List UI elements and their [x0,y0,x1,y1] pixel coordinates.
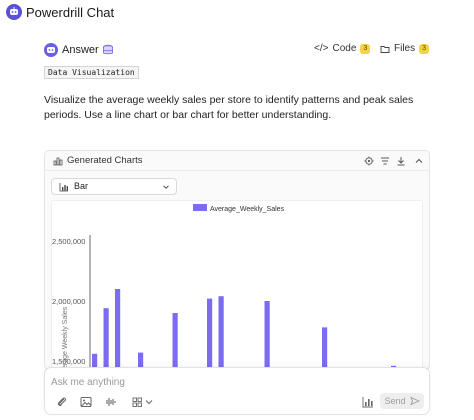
voice-icon[interactable] [103,395,117,409]
apps-menu-icon[interactable] [131,395,157,409]
bar [115,289,121,369]
bar-chart: Average_Weekly_Sales2,500,0002,000,0001,… [52,204,397,370]
download-icon[interactable] [395,155,407,167]
chat-input[interactable] [51,374,421,390]
bar [264,301,270,369]
send-button[interactable]: Send [380,393,424,409]
image-icon[interactable] [79,395,93,409]
legend-label: Average_Weekly_Sales [210,206,285,213]
assistant-avatar [44,43,58,57]
code-count-badge: 3 [360,43,371,54]
attachment-icon[interactable] [55,395,69,409]
code-icon: </> [314,43,329,54]
folder-icon [380,45,390,53]
code-tab[interactable]: </> Code 3 [314,43,371,54]
answer-label: Answer [62,44,99,56]
answer-header: Answer </> Code 3 Files 3 [44,43,430,61]
y-tick-label: 2,500,000 [52,237,85,246]
chart-type-select[interactable]: Bar [51,178,177,195]
send-arrow-icon [409,396,420,406]
top-bar: Powerdrill Chat [0,0,474,28]
legend-swatch [193,204,207,211]
code-tab-label: Code [332,43,357,54]
data-visualization-tag: Data Visualization [44,66,139,79]
bar [103,308,109,369]
settings-icon[interactable] [363,155,375,167]
y-axis-label: Average Weekly Sales [62,306,69,370]
bar-chart-icon [53,157,63,166]
files-tab[interactable]: Files 3 [380,43,430,54]
collapse-chevron-icon[interactable] [413,155,425,167]
bar [322,327,328,369]
y-tick-label: 2,000,000 [52,297,85,306]
prompt-text: Visualize the average weekly sales per s… [44,94,414,121]
chart-icon[interactable] [361,395,375,409]
filter-icon[interactable] [379,155,391,167]
bar [207,298,213,369]
bar [172,313,178,369]
files-tab-label: Files [394,43,416,54]
charts-panel-title: Generated Charts [67,155,143,166]
robot-logo-icon [6,4,22,20]
charts-panel-header: Generated Charts [45,151,429,171]
chart-area: Average_Weekly_Sales 2,500,000 2,000,000 1,… [51,200,423,370]
bar [218,296,224,369]
chevron-down-icon [163,185,169,189]
bar-chart-icon [59,183,68,192]
chart-type-value: Bar [74,181,89,191]
app-title: Powerdrill Chat [26,5,115,20]
send-label: Send [384,396,406,406]
generated-charts-panel: Generated Charts Bar Average_Weekly_Sale… [44,150,430,370]
chat-box: Send [44,367,430,415]
database-icon[interactable] [102,44,114,56]
files-count-badge: 3 [419,43,430,54]
